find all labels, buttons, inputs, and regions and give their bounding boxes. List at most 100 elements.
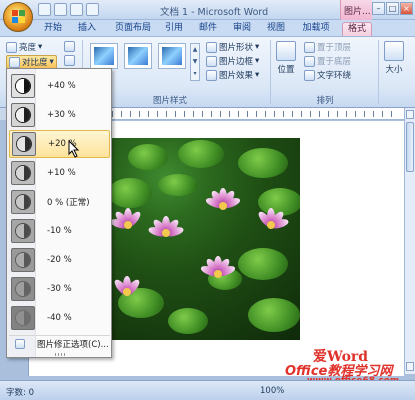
lotus-picture[interactable] (108, 138, 300, 340)
picture-style-1[interactable] (90, 43, 118, 69)
tab-mailings[interactable]: 邮件 (194, 22, 222, 36)
contrast-preview-icon (11, 277, 35, 301)
send-backward-label: 置于底层 (317, 57, 352, 67)
redo-icon[interactable] (70, 3, 83, 16)
position-icon (276, 41, 296, 61)
contrast-preview-icon (11, 103, 35, 127)
contrast-option[interactable]: -10 % (9, 217, 110, 245)
shape-icon (206, 41, 217, 53)
ribbon-tabs: 开始 插入 页面布局 引用 邮件 审阅 视图 加载项 格式 (0, 20, 415, 36)
border-icon (206, 55, 217, 67)
zoom-level[interactable]: 100% (260, 386, 284, 396)
tab-addins[interactable]: 加载项 (296, 22, 336, 36)
mouse-cursor-icon (68, 140, 80, 158)
scroll-thumb[interactable] (406, 122, 414, 172)
context-tab-group-title: 图片... (340, 0, 372, 20)
word-count[interactable]: 字数: 0 (6, 386, 34, 398)
picture-styles-group-label: 图片样式 (152, 96, 187, 106)
brightness-button[interactable]: 亮度 ▾ (6, 41, 42, 53)
contrast-button[interactable]: 对比度 ▾ (6, 55, 57, 69)
chevron-down-icon: ▾ (255, 56, 260, 66)
chevron-down-icon: ▾ (255, 70, 260, 80)
effects-icon (206, 69, 217, 81)
picture-border-label: 图片边框 (219, 57, 254, 67)
tab-review[interactable]: 审阅 (228, 22, 256, 36)
tab-page-layout[interactable]: 页面布局 (108, 22, 158, 36)
contrast-option-label: +30 % (47, 110, 76, 120)
text-wrap-label: 文字环绕 (317, 71, 352, 81)
contrast-preview-icon (11, 161, 35, 185)
gallery-scroll[interactable]: ▲ ▼ ▾ (190, 43, 200, 81)
tab-format[interactable]: 格式 (342, 22, 372, 36)
lotus-flower (198, 256, 238, 296)
picture-correction-options-item[interactable]: 图片修正选项(C)... (9, 335, 110, 351)
contrast-option-label: +40 % (47, 81, 76, 91)
contrast-option-label: -10 % (47, 226, 72, 236)
chevron-down-icon: ▾ (255, 42, 260, 52)
window-title: 文档 1 - Microsoft Word (160, 7, 269, 18)
contrast-option[interactable]: 0 % (正常) (9, 188, 110, 216)
tab-home[interactable]: 开始 (38, 22, 68, 36)
contrast-preview-icon (11, 219, 35, 243)
maximize-button[interactable]: □ (386, 2, 399, 15)
contrast-option[interactable]: +10 % (9, 159, 110, 187)
lotus-flower (110, 276, 144, 310)
text-wrap-button[interactable]: 文字环绕 (304, 69, 351, 81)
contrast-dropdown-menu: +40 % +30 % +20 % +10 % 0 % (正常) -10 % -20 % -3… (6, 68, 112, 358)
lotus-flower (203, 188, 243, 228)
bring-forward-icon (304, 41, 315, 53)
picture-style-3[interactable] (158, 43, 186, 69)
lotus-flower (109, 208, 146, 244)
contrast-option-label: -30 % (47, 284, 72, 294)
group-separator (378, 40, 379, 104)
change-picture-button[interactable] (64, 55, 75, 66)
picture-effects-label: 图片效果 (219, 71, 254, 81)
send-to-back-button[interactable]: 置于底层 (304, 55, 351, 67)
brightness-label: 亮度 (19, 43, 37, 53)
text-wrap-icon (304, 69, 315, 81)
bring-to-front-button[interactable]: 置于顶层 (304, 41, 351, 53)
contrast-option[interactable]: -40 % (9, 304, 110, 332)
chevron-down-icon: ▾ (38, 42, 43, 52)
picture-correction-icon (15, 339, 25, 349)
contrast-option[interactable]: +20 % (9, 130, 110, 158)
contrast-preview-icon (11, 190, 35, 214)
picture-shape-button[interactable]: 图片形状 ▾ (206, 41, 259, 53)
picture-effects-button[interactable]: 图片效果 ▾ (206, 69, 259, 81)
office-button[interactable] (3, 2, 33, 32)
contrast-preview-icon (11, 306, 35, 330)
contrast-option[interactable]: -30 % (9, 275, 110, 303)
menu-resize-grip[interactable] (55, 353, 67, 356)
contrast-preview-icon (11, 248, 35, 272)
minimize-button[interactable]: – (372, 2, 385, 15)
window-controls: – □ × (372, 2, 413, 15)
tab-references[interactable]: 引用 (160, 22, 188, 36)
position-button[interactable]: 位置 (276, 41, 296, 75)
picture-border-button[interactable]: 图片边框 ▾ (206, 55, 259, 67)
lotus-flower (253, 208, 290, 244)
picture-style-2[interactable] (124, 43, 152, 69)
bring-forward-label: 置于顶层 (317, 43, 352, 53)
title-bar: 文档 1 - Microsoft Word 图片... – □ × (0, 0, 415, 20)
compress-pictures-button[interactable] (64, 41, 75, 52)
change-picture-icon (64, 55, 75, 66)
scroll-up-icon[interactable] (406, 110, 414, 119)
contrast-option-label: +10 % (47, 168, 76, 178)
size-button[interactable]: 大小 (384, 41, 404, 75)
undo-icon[interactable] (54, 3, 67, 16)
close-button[interactable]: × (400, 2, 413, 15)
size-label: 大小 (385, 65, 403, 75)
contrast-option-label: -40 % (47, 313, 72, 323)
picture-shape-label: 图片形状 (219, 43, 254, 53)
save-icon[interactable] (38, 3, 51, 16)
contrast-option[interactable]: +40 % (9, 72, 110, 100)
picture-correction-label: 图片修正选项(C)... (37, 339, 109, 350)
vertical-scrollbar[interactable] (404, 108, 415, 374)
lotus-flower (147, 216, 185, 252)
tab-view[interactable]: 视图 (262, 22, 290, 36)
tab-insert[interactable]: 插入 (72, 22, 102, 36)
contrast-option[interactable]: +30 % (9, 101, 110, 129)
office-logo-icon (12, 10, 26, 24)
customize-qat-icon[interactable] (86, 3, 99, 16)
contrast-option[interactable]: -20 % (9, 246, 110, 274)
